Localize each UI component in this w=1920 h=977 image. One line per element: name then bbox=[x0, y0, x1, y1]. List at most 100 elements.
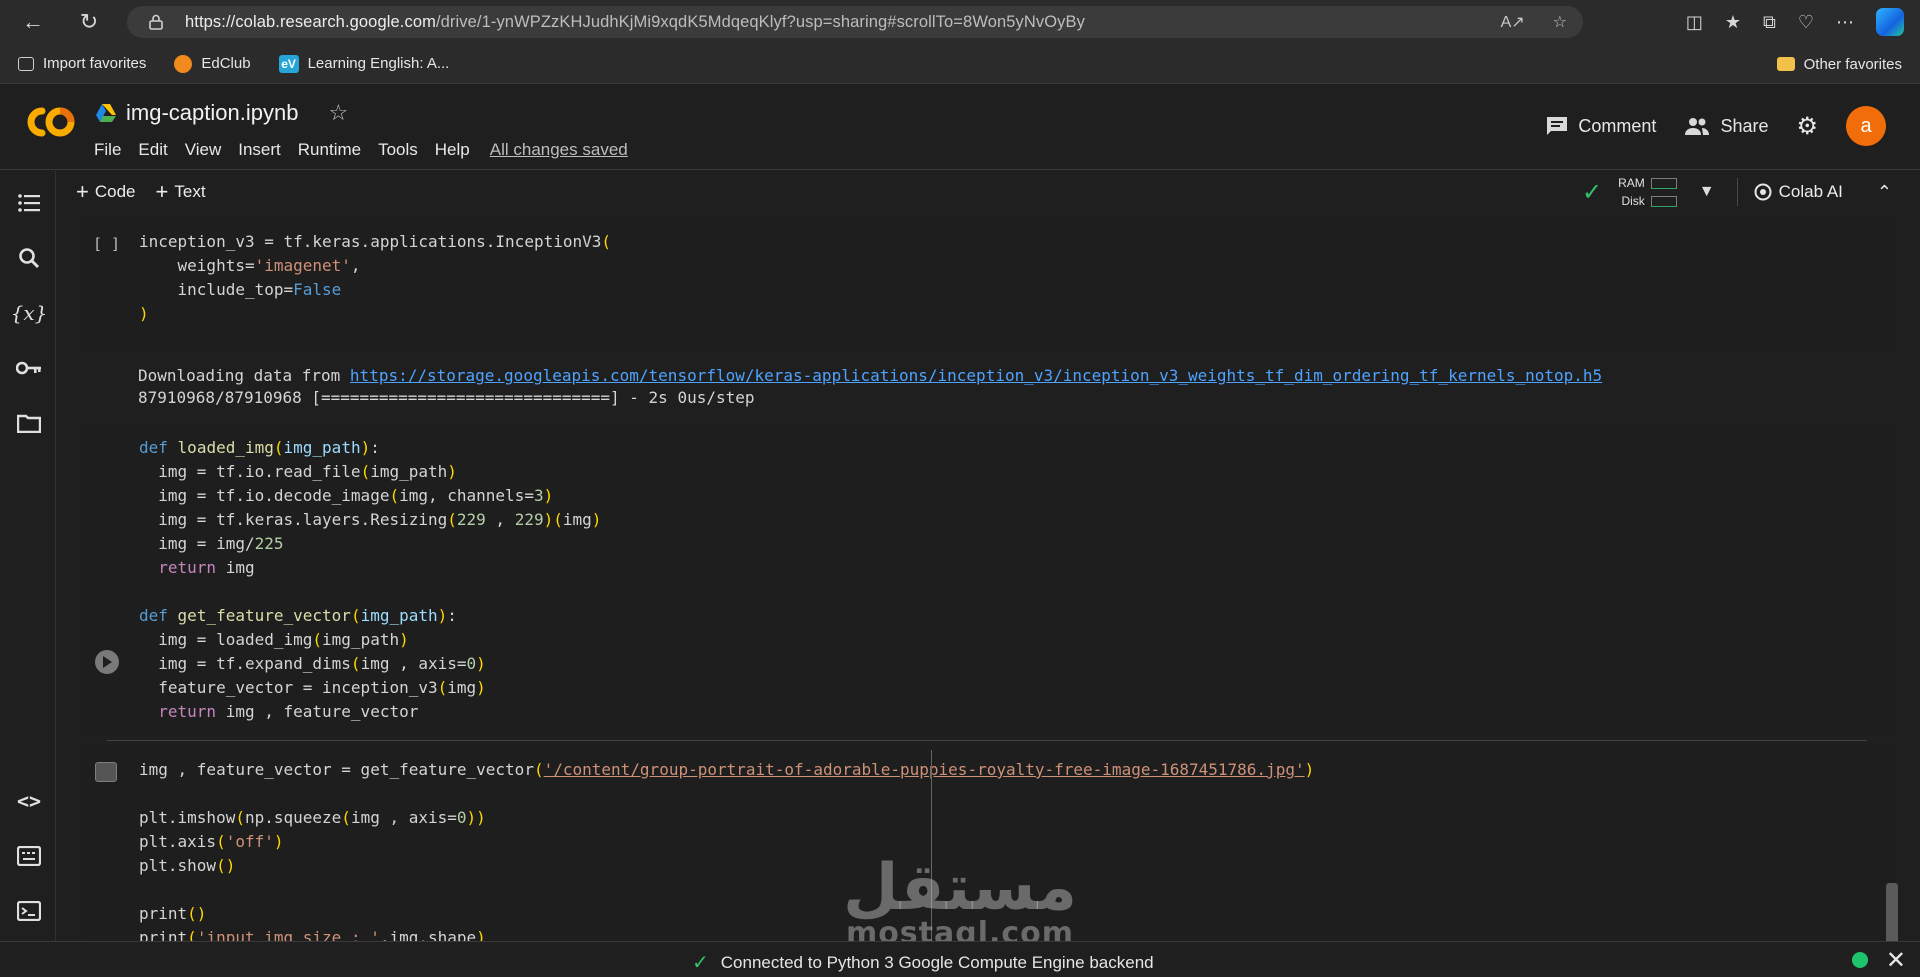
add-text-button[interactable]: + Text bbox=[155, 179, 206, 204]
play-icon bbox=[103, 656, 112, 668]
menu-insert[interactable]: Insert bbox=[238, 140, 281, 160]
menu-file[interactable]: File bbox=[94, 140, 121, 160]
other-favorites-label: Other favorites bbox=[1803, 55, 1902, 73]
share-label: Share bbox=[1720, 115, 1769, 136]
plus-icon: + bbox=[76, 179, 89, 204]
more-options-icon[interactable]: ⋯ bbox=[1836, 12, 1854, 33]
terminal-icon[interactable] bbox=[15, 897, 43, 925]
ram-bar bbox=[1650, 177, 1677, 189]
comment-icon bbox=[1547, 117, 1568, 135]
cell-divider bbox=[107, 740, 1867, 741]
connected-check-icon: ✓ bbox=[692, 952, 709, 974]
favorite-label: EdClub bbox=[201, 55, 251, 72]
code-cell-loaded-img[interactable]: def loaded_img(img_path): img = tf.io.re… bbox=[81, 425, 1895, 733]
cell-source[interactable]: img , feature_vector = get_feature_vecto… bbox=[139, 758, 1314, 941]
menu-view[interactable]: View bbox=[185, 140, 222, 160]
refresh-icon[interactable]: ↻ bbox=[72, 5, 106, 39]
colab-ai-button[interactable]: Colab AI bbox=[1754, 182, 1843, 202]
variables-icon[interactable]: {x} bbox=[11, 299, 48, 327]
url-text: https://colab.research.google.com/drive/… bbox=[185, 13, 1085, 32]
share-button[interactable]: Share bbox=[1684, 116, 1768, 137]
menu-tools[interactable]: Tools bbox=[378, 140, 418, 160]
collections-icon[interactable]: ⧉ bbox=[1763, 12, 1776, 33]
plus-icon: + bbox=[155, 179, 169, 204]
menu-bar: File Edit View Insert Runtime Tools Help… bbox=[94, 140, 645, 160]
command-palette-icon[interactable] bbox=[15, 842, 43, 870]
favorite-label: Learning English: A... bbox=[307, 55, 450, 72]
watermark: مستقل mostaql.com bbox=[840, 851, 1080, 951]
status-bar: ✓ Connected to Python 3 Google Compute E… bbox=[0, 941, 1920, 977]
output-text: Downloading data from https://storage.go… bbox=[138, 365, 1902, 409]
menu-edit[interactable]: Edit bbox=[138, 140, 167, 160]
connected-check-icon: ✓ bbox=[1582, 178, 1603, 206]
lock-icon bbox=[149, 14, 165, 30]
cell-status-icon[interactable] bbox=[95, 762, 117, 782]
resource-monitor[interactable]: RAM Disk bbox=[1618, 174, 1677, 210]
read-aloud-icon[interactable]: A↗ bbox=[1501, 12, 1525, 32]
search-icon[interactable] bbox=[15, 244, 43, 272]
cell-source[interactable]: def loaded_img(img_path): img = tf.io.re… bbox=[139, 436, 601, 724]
toolbar-divider bbox=[1736, 178, 1738, 206]
copilot-icon[interactable] bbox=[1876, 8, 1904, 36]
left-sidebar: {x} <> bbox=[0, 171, 56, 941]
cell-source[interactable]: inception_v3 = tf.keras.applications.Inc… bbox=[139, 230, 611, 326]
url-path: /drive/1-ynWPZzKHJudhKjMi9xqdK5MdqeqKlyf… bbox=[435, 12, 1085, 31]
runtime-dropdown-icon[interactable]: ▼ bbox=[1699, 183, 1715, 201]
weights-download-link[interactable]: https://storage.googleapis.com/tensorflo… bbox=[350, 366, 1602, 385]
chevron-up-icon[interactable]: ⌃ bbox=[1877, 182, 1892, 203]
import-icon bbox=[18, 56, 34, 71]
notebook-title[interactable]: img-caption.ipynb bbox=[126, 100, 298, 126]
colab-ai-icon bbox=[1754, 183, 1772, 201]
output-prefix: Downloading data from bbox=[138, 366, 350, 385]
settings-gear-icon[interactable]: ⚙ bbox=[1796, 112, 1818, 141]
comment-button[interactable]: Comment bbox=[1546, 116, 1656, 137]
favorite-edclub[interactable]: EdClub bbox=[174, 54, 251, 73]
watermark-arabic: مستقل bbox=[842, 851, 1078, 925]
code-cell-inception[interactable]: [ ] inception_v3 = tf.keras.applications… bbox=[81, 222, 1895, 350]
add-text-label: Text bbox=[174, 182, 206, 201]
cell-execution-count: [ ] bbox=[93, 235, 121, 253]
disk-bar bbox=[1650, 195, 1677, 207]
status-indicator-dot bbox=[1852, 952, 1868, 968]
colab-ai-label: Colab AI bbox=[1778, 182, 1843, 201]
comment-label: Comment bbox=[1578, 115, 1657, 136]
add-code-label: Code bbox=[94, 182, 136, 201]
run-cell-button[interactable] bbox=[95, 650, 119, 674]
favorite-learning-english[interactable]: eV Learning English: A... bbox=[278, 54, 450, 73]
disk-label: Disk bbox=[1621, 194, 1645, 208]
star-icon[interactable]: ☆ bbox=[328, 100, 348, 126]
favorite-star-icon[interactable]: ☆ bbox=[1553, 12, 1567, 32]
favorites-icon[interactable]: ★ bbox=[1725, 12, 1741, 33]
notebook-scrollbar[interactable] bbox=[1886, 883, 1898, 941]
favorite-label: Import favorites bbox=[43, 55, 147, 72]
ev-icon: eV bbox=[278, 54, 299, 73]
menu-runtime[interactable]: Runtime bbox=[298, 140, 361, 160]
code-snippets-icon[interactable]: <> bbox=[15, 787, 43, 815]
folder-icon bbox=[1776, 57, 1795, 71]
notebook-toolbar: + Code + Text ✓ RAM Disk ▼ Colab AI ⌃ bbox=[56, 171, 1920, 213]
table-of-contents-icon[interactable] bbox=[15, 189, 43, 217]
close-icon[interactable]: ✕ bbox=[1886, 946, 1906, 975]
status-message: Connected to Python 3 Google Compute Eng… bbox=[720, 952, 1154, 972]
menu-help[interactable]: Help bbox=[435, 140, 470, 160]
secrets-key-icon[interactable] bbox=[15, 354, 43, 382]
output-progress: 87910968/87910968 [=====================… bbox=[138, 388, 755, 407]
colab-logo[interactable] bbox=[20, 102, 78, 142]
browser-essentials-icon[interactable]: ♡ bbox=[1798, 12, 1814, 33]
favorite-import[interactable]: Import favorites bbox=[18, 55, 146, 72]
split-screen-icon[interactable]: ◫ bbox=[1686, 12, 1703, 33]
colab-header: img-caption.ipynb ☆ File Edit View Inser… bbox=[0, 84, 1920, 170]
url-host: https://colab.research.google.com bbox=[185, 12, 436, 31]
edclub-icon bbox=[174, 54, 193, 73]
address-bar[interactable]: https://colab.research.google.com/drive/… bbox=[127, 6, 1583, 38]
browser-toolbar: ← ↻ https://colab.research.google.com/dr… bbox=[0, 0, 1920, 44]
avatar[interactable]: a bbox=[1846, 106, 1886, 146]
files-folder-icon[interactable] bbox=[15, 409, 43, 437]
add-code-button[interactable]: + Code bbox=[76, 179, 136, 204]
ram-label: RAM bbox=[1618, 176, 1645, 190]
other-favorites[interactable]: Other favorites bbox=[1776, 44, 1902, 84]
save-status[interactable]: All changes saved bbox=[490, 140, 628, 160]
google-drive-icon[interactable] bbox=[96, 104, 116, 122]
share-people-icon bbox=[1685, 118, 1710, 135]
back-icon[interactable]: ← bbox=[16, 5, 50, 39]
